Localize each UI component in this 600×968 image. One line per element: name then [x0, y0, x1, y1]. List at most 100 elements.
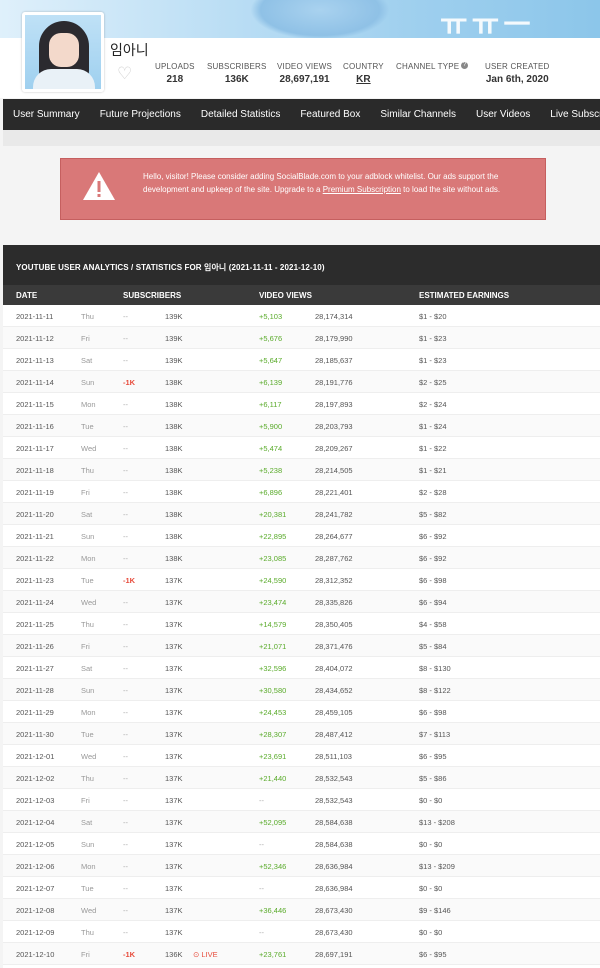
avatar[interactable]	[22, 12, 104, 92]
subscriber-count-cell: 137K	[165, 884, 183, 893]
day-cell: Sat	[81, 510, 93, 519]
view-change-cell: +21,440	[259, 774, 287, 783]
day-cell: Fri	[81, 334, 90, 343]
earnings-cell: $1 - $23	[419, 334, 447, 343]
table-row: 2021-12-04 Sat -- 137K +52,095 28,584,638 $13 …	[3, 811, 600, 833]
nav-future-projections[interactable]: Future Projections	[90, 109, 191, 120]
subscriber-change-cell: --	[123, 818, 128, 827]
subscriber-change-cell: --	[123, 312, 128, 321]
view-change-cell: +5,474	[259, 444, 283, 453]
subscriber-change-cell: --	[123, 906, 128, 915]
earnings-cell: $1 - $24	[419, 422, 447, 431]
help-icon[interactable]: ?	[461, 62, 469, 69]
view-count-cell: 28,209,267	[315, 444, 353, 453]
view-change-cell: +23,474	[259, 598, 287, 607]
subscriber-count-cell: 138K	[165, 532, 183, 541]
premium-subscription-link[interactable]: Premium Subscription	[323, 185, 401, 194]
view-count-cell: 28,673,430	[315, 928, 353, 937]
subscriber-change-cell: --	[123, 510, 128, 519]
day-cell: Thu	[81, 466, 94, 475]
country-link[interactable]: KR	[343, 74, 384, 85]
earnings-cell: $6 - $92	[419, 554, 447, 563]
table-row: 2021-12-01 Wed -- 137K +23,691 28,511,103 $6 -…	[3, 745, 600, 767]
view-count-cell: 28,532,543	[315, 796, 353, 805]
date-cell: 2021-11-27	[16, 664, 54, 673]
nav-user-summary[interactable]: User Summary	[3, 109, 90, 120]
day-cell: Sun	[81, 532, 95, 541]
header-earnings: ESTIMATED EARNINGS	[419, 291, 510, 300]
day-cell: Sat	[81, 356, 93, 365]
subscriber-change-cell: --	[123, 774, 128, 783]
date-cell: 2021-11-25	[16, 620, 54, 629]
table-row: 2021-11-23 Tue -1K 137K +24,590 28,312,352 $6 …	[3, 569, 600, 591]
date-cell: 2021-11-20	[16, 510, 54, 519]
day-cell: Fri	[81, 796, 90, 805]
earnings-cell: $13 - $209	[419, 862, 455, 871]
day-cell: Sun	[81, 840, 95, 849]
subscriber-count-cell: 137K	[165, 752, 183, 761]
header-date: DATE	[16, 291, 38, 300]
earnings-cell: $1 - $21	[419, 466, 447, 475]
subscriber-count-cell: 137K	[165, 598, 183, 607]
subscriber-count-cell: 137K	[165, 576, 183, 585]
table-row: 2021-12-05 Sun -- 137K -- 28,584,638 $0 - $0	[3, 833, 600, 855]
table-row: 2021-11-14 Sun -1K 138K +6,139 28,191,776 $2 -…	[3, 371, 600, 393]
date-cell: 2021-11-30	[16, 730, 54, 739]
view-count-cell: 28,214,505	[315, 466, 353, 475]
subscriber-count-cell: 137K	[165, 620, 183, 629]
stat-label: COUNTRY	[343, 62, 384, 71]
view-count-cell: 28,511,103	[315, 752, 352, 761]
view-count-cell: 28,532,543	[315, 774, 353, 783]
subscriber-change-cell: --	[123, 444, 128, 453]
day-cell: Fri	[81, 950, 90, 959]
day-cell: Wed	[81, 598, 97, 607]
view-change-cell: +24,453	[259, 708, 287, 717]
nav-similar-channels[interactable]: Similar Channels	[370, 109, 466, 120]
subscriber-change-cell: --	[123, 334, 128, 343]
earnings-cell: $6 - $98	[419, 576, 447, 585]
nav-live-subscribe[interactable]: Live Subscribe	[540, 109, 600, 120]
table-row: 2021-11-22 Mon -- 138K +23,085 28,287,762 $6 -…	[3, 547, 600, 569]
view-count-cell: 28,673,430	[315, 906, 353, 915]
table-row: 2021-12-06 Mon -- 137K +52,346 28,636,984 $13 …	[3, 855, 600, 877]
earnings-cell: $6 - $95	[419, 950, 447, 959]
earnings-cell: $6 - $92	[419, 532, 447, 541]
table-row: 2021-12-02 Thu -- 137K +21,440 28,532,543 $5 -…	[3, 767, 600, 789]
table-row: 2021-11-18 Thu -- 138K +5,238 28,214,505 $1 - …	[3, 459, 600, 481]
subscriber-count-cell: 138K	[165, 422, 183, 431]
subscriber-count-cell: 139K	[165, 356, 183, 365]
view-change-cell: +5,647	[259, 356, 283, 365]
date-cell: 2021-11-15	[16, 400, 54, 409]
nav-featured-box[interactable]: Featured Box	[290, 109, 370, 120]
stat-label: CHANNEL TYPE	[396, 62, 460, 71]
subscriber-change-cell: --	[123, 400, 128, 409]
subscriber-change-cell: --	[123, 796, 128, 805]
date-cell: 2021-12-01	[16, 752, 55, 761]
stats-table: YOUTUBE USER ANALYTICS / STATISTICS FOR …	[3, 245, 600, 968]
live-indicator[interactable]: ⊙ LIVE	[193, 950, 218, 959]
subscriber-count-cell: 138K	[165, 444, 183, 453]
day-cell: Wed	[81, 752, 97, 761]
nav-user-videos[interactable]: User Videos	[466, 109, 540, 120]
banner-deco-text: ㅠㅠㅡ	[440, 8, 535, 38]
subscriber-count-cell: 137K	[165, 686, 183, 695]
earnings-cell: $6 - $95	[419, 752, 447, 761]
subscriber-count-cell: 139K	[165, 312, 183, 321]
live-label: LIVE	[201, 950, 218, 959]
view-count-cell: 28,636,984	[315, 862, 353, 871]
view-count-cell: 28,287,762	[315, 554, 353, 563]
subscriber-count-cell: 137K	[165, 730, 183, 739]
heart-icon[interactable]: ♡	[117, 64, 132, 84]
subscriber-change-cell: --	[123, 488, 128, 497]
nav-detailed-statistics[interactable]: Detailed Statistics	[191, 109, 290, 120]
stat-label: VIDEO VIEWS	[277, 62, 333, 71]
day-cell: Tue	[81, 576, 94, 585]
day-cell: Thu	[81, 928, 94, 937]
stat-country: COUNTRY KR	[343, 62, 384, 85]
earnings-cell: $5 - $82	[419, 510, 447, 519]
table-row: 2021-12-09 Thu -- 137K -- 28,673,430 $0 - $0	[3, 921, 600, 943]
subscriber-count-cell: 137K	[165, 818, 183, 827]
earnings-cell: $1 - $20	[419, 312, 447, 321]
table-row: 2021-11-25 Thu -- 137K +14,579 28,350,405 $4 -…	[3, 613, 600, 635]
earnings-cell: $8 - $130	[419, 664, 451, 673]
